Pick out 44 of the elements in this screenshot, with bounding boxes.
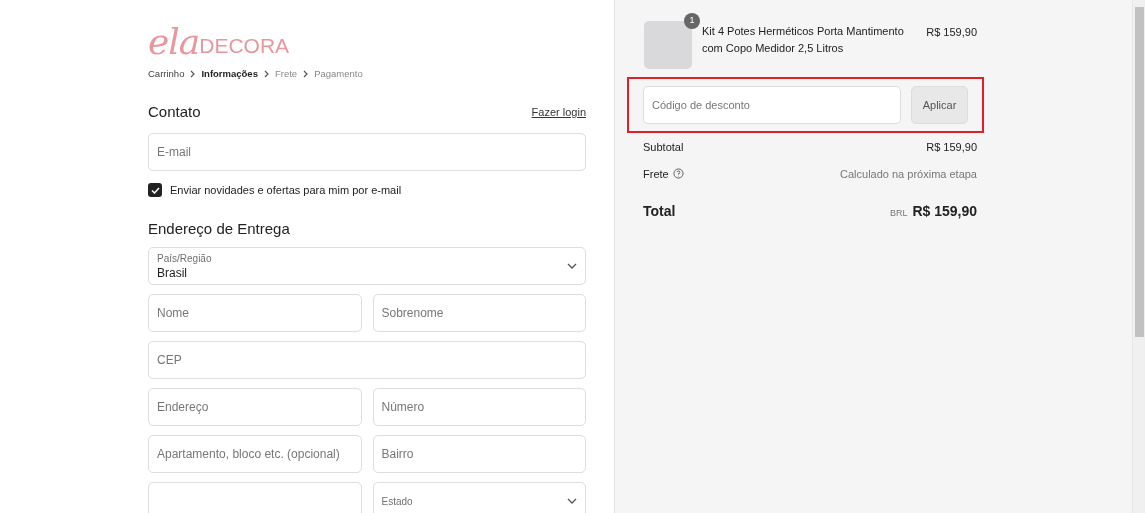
- field-label: País/Região: [157, 251, 212, 265]
- chevron-down-icon: [567, 262, 577, 269]
- chevron-right-icon: [303, 70, 309, 79]
- field-label: Estado: [381, 494, 413, 508]
- help-icon[interactable]: [672, 168, 684, 180]
- shipping-value: Calculado na próxima etapa: [840, 166, 977, 182]
- email-field[interactable]: E-mail: [148, 132, 586, 171]
- login-link[interactable]: Fazer login: [531, 104, 586, 121]
- product-name: Kit 4 Potes Herméticos Porta Mantimento com Copo Medidor 2,5 Litros: [702, 24, 905, 56]
- breadcrumb-link[interactable]: Frete: [274, 67, 298, 82]
- input-field[interactable]: Sobrenome: [372, 293, 586, 332]
- scrollbar-thumb[interactable]: [1134, 7, 1144, 337]
- quantity-badge: 1: [684, 13, 700, 29]
- chevron-down-icon: [567, 497, 577, 504]
- section-heading: Contato: [148, 102, 201, 123]
- select-field[interactable]: País/Região Brasil: [148, 246, 586, 285]
- product-photo-placeholder: [644, 21, 692, 69]
- input-field[interactable]: Apartamento, bloco etc. (opcional): [148, 434, 362, 473]
- subtotal-label: Subtotal: [643, 140, 684, 155]
- discount-code-field[interactable]: Código de desconto: [643, 86, 901, 124]
- checkbox[interactable]: [148, 183, 162, 197]
- breadcrumb-link[interactable]: Informações: [201, 67, 258, 82]
- currency-code: BRL: [889, 207, 908, 220]
- apply-button[interactable]: Aplicar: [911, 86, 968, 124]
- input-field[interactable]: Bairro: [372, 434, 586, 473]
- chevron-right-icon: [263, 70, 269, 79]
- checkbox-label: Enviar novidades e ofertas para mim por e-mail: [170, 182, 402, 198]
- shipping-label: Frete: [643, 166, 669, 182]
- breadcrumb-link[interactable]: Carrinho: [148, 67, 185, 82]
- scrollbar[interactable]: [1132, 0, 1145, 513]
- total-label: Total: [643, 202, 676, 221]
- input-field[interactable]: Número: [372, 387, 586, 426]
- product-price: R$ 159,90: [926, 25, 977, 40]
- total-value: R$ 159,90: [912, 202, 977, 221]
- subtotal-value: R$ 159,90: [926, 140, 977, 155]
- input-field[interactable]: Nome: [148, 293, 362, 332]
- input-field[interactable]: Endereço: [148, 387, 362, 426]
- input-field[interactable]: CEP: [148, 340, 586, 379]
- select-field[interactable]: Estado: [372, 481, 586, 513]
- breadcrumb-link[interactable]: Pagamento: [314, 67, 363, 82]
- chevron-right-icon: [190, 70, 196, 79]
- field-value: Brasil: [157, 264, 188, 281]
- input-field[interactable]: [148, 481, 362, 513]
- section-heading: Endereço de Entrega: [148, 219, 291, 240]
